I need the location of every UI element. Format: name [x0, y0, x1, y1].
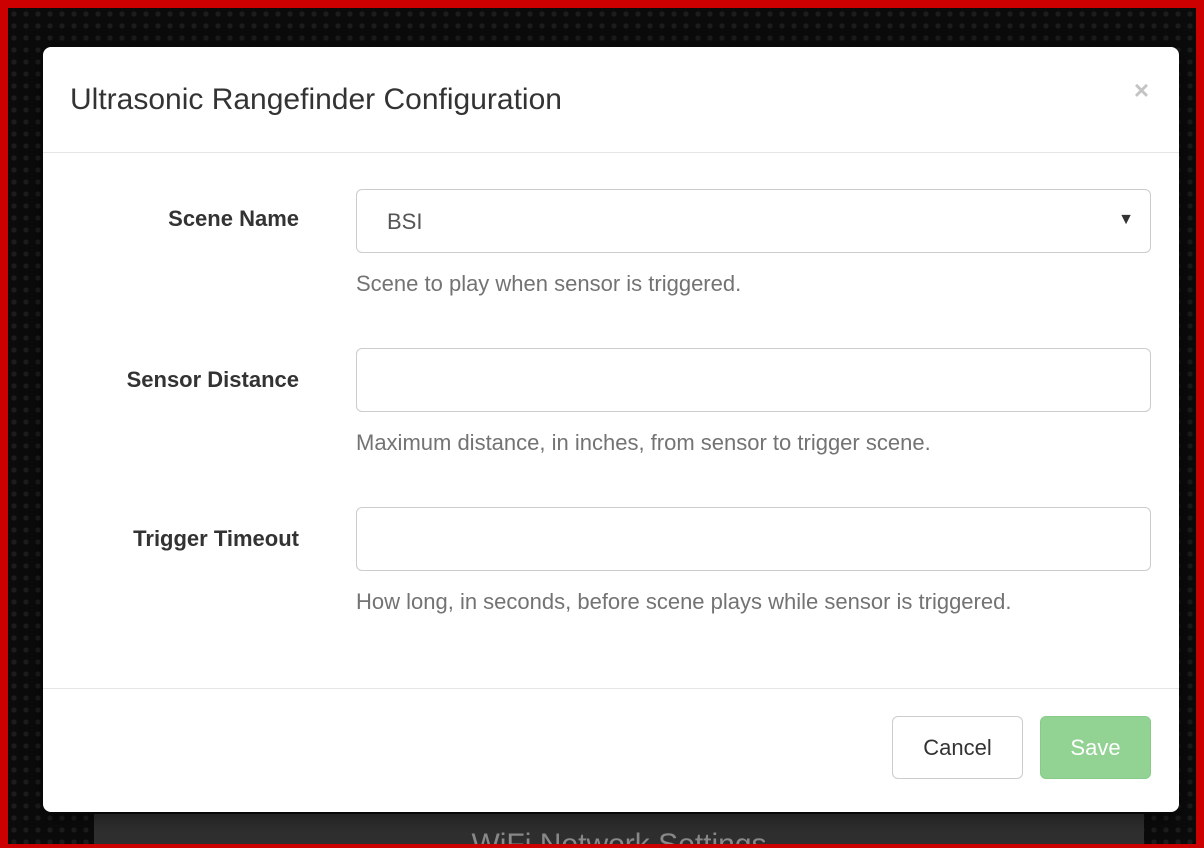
close-icon[interactable]: × [1134, 77, 1149, 103]
scene-name-select[interactable]: BSI ▼ [356, 189, 1151, 253]
scene-name-label: Scene Name [168, 206, 299, 231]
rangefinder-config-modal: Ultrasonic Rangefinder Configuration × S… [43, 47, 1179, 812]
modal-header: Ultrasonic Rangefinder Configuration × [43, 47, 1179, 153]
trigger-timeout-help: How long, in seconds, before scene plays… [356, 589, 1012, 614]
chevron-down-icon: ▼ [1118, 211, 1134, 228]
trigger-timeout-label: Trigger Timeout [133, 526, 299, 551]
scene-name-selected-value: BSI [387, 209, 423, 234]
wifi-settings-panel: WiFi Network Settings [94, 814, 1144, 844]
modal-title: Ultrasonic Rangefinder Configuration [70, 83, 562, 116]
trigger-timeout-input[interactable] [356, 507, 1151, 571]
save-button[interactable]: Save [1040, 716, 1151, 779]
sensor-distance-input[interactable] [356, 348, 1151, 412]
sensor-distance-label: Sensor Distance [126, 367, 299, 392]
sensor-distance-help: Maximum distance, in inches, from sensor… [356, 430, 931, 455]
modal-footer: Cancel Save [43, 689, 1179, 811]
scene-name-help: Scene to play when sensor is triggered. [356, 271, 742, 296]
modal-body: Scene Name BSI ▼ Scene to play when sens… [43, 153, 1179, 689]
cancel-button[interactable]: Cancel [892, 716, 1023, 779]
